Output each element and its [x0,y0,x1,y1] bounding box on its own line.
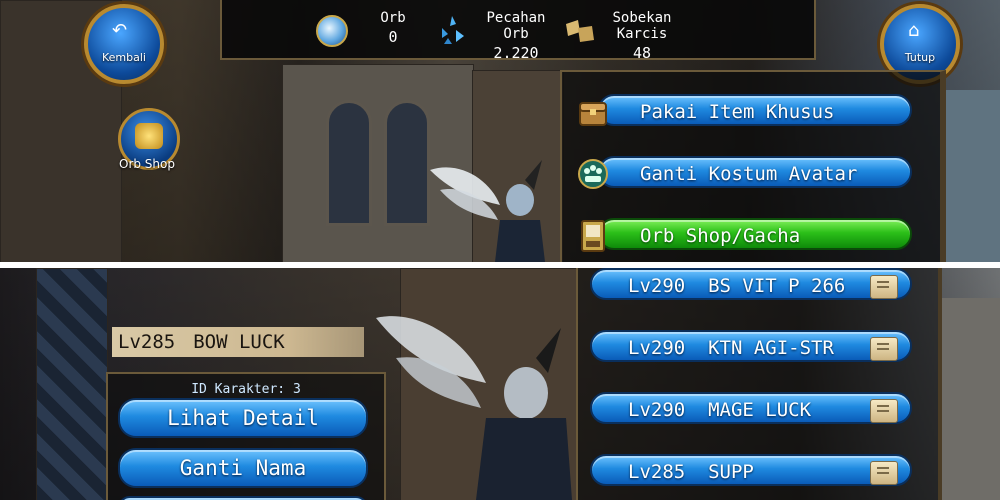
checkered-banner [36,268,108,500]
change-avatar-costume-label: Ganti Kostum Avatar [640,163,858,185]
orb-shards-icon [442,16,464,44]
orb-shards-label: Pecahan Orb [486,10,546,42]
use-special-item-button[interactable]: Pakai Item Khusus [579,94,912,126]
character-list-item[interactable]: Lv290 MAGE LUCK [590,392,912,424]
change-avatar-costume-button[interactable]: Ganti Kostum Avatar [578,156,912,189]
costume-icon [578,159,608,189]
character-level: Lv290 [628,337,686,359]
character-list-item[interactable]: Lv290 KTN AGI-STR [590,330,912,362]
currency-bar: Orb 0 Pecahan Orb 2.220 Sobekan Karcis 4… [220,0,816,62]
character-name: SUPP [708,461,754,483]
character-list-item[interactable]: Lv290 BS VIT P 266 [590,268,912,300]
selected-character-bar: Lv285 BOW LUCK [112,327,364,357]
character-list-item[interactable]: Lv285 SUPP [590,454,912,486]
back-button-label: Kembali [102,51,146,64]
scroll-icon [870,399,898,423]
scroll-icon [870,275,898,299]
orb-shards-stat: Pecahan Orb 2.220 [470,10,562,62]
coins-icon [135,123,163,149]
bottom-screenshot-panel: Lv285 BOW LUCK ID Karakter: 3 Lihat Detai… [0,268,1000,500]
use-special-item-label: Pakai Item Khusus [640,101,835,123]
distant-town [940,298,1000,500]
gacha-machine-icon [581,220,605,252]
orb-shop-label: Orb Shop [119,157,175,171]
orb-shop-gacha-label: Orb Shop/Gacha [640,225,801,247]
view-detail-button[interactable]: Lihat Detail [118,398,368,438]
close-button-label: Tutup [904,51,936,64]
character-id-text: ID Karakter: 3 [191,382,301,397]
orb-stat: Orb 0 [372,10,414,46]
scroll-icon [870,337,898,361]
character-name: KTN AGI-STR [708,337,834,359]
action-menu: Pakai Item Khusus Ganti Kostum Avatar Or… [560,70,946,262]
orb-icon [316,15,348,47]
ticket-pieces-stat: Sobekan Karcis 48 [592,10,692,62]
character-name: BS VIT P 266 [708,275,846,297]
character-level: Lv285 [628,461,686,483]
character-level: Lv290 [628,399,686,421]
scroll-icon [870,461,898,485]
orb-value: 0 [388,28,398,46]
back-arrow-icon: ↶ [112,20,128,41]
rename-label: Ganti Nama [179,456,307,480]
arched-window-left [326,100,372,226]
orb-shop-gacha-button[interactable]: Orb Shop/Gacha [581,218,912,252]
third-action-button[interactable] [118,496,368,500]
winged-player-avatar [376,316,572,500]
selected-character-level: Lv285 [118,331,176,353]
ticket-pieces-value: 48 [632,44,652,62]
ticket-pieces-label: Sobekan Karcis [612,10,672,42]
orb-shards-value: 2.220 [493,44,539,62]
arched-window-right [384,100,430,226]
winged-player-avatar [430,160,545,262]
view-detail-label: Lihat Detail [167,406,319,430]
character-name: MAGE LUCK [708,399,812,421]
character-list: Lv290 BS VIT P 266 Lv290 KTN AGI-STR Lv2… [576,268,942,500]
back-button[interactable]: ↶ Kembali [84,4,164,84]
home-icon: ⌂ [908,20,920,41]
top-screenshot-panel: Orb 0 Pecahan Orb 2.220 Sobekan Karcis 4… [0,0,1000,262]
selected-character-name: BOW LUCK [193,331,285,353]
rename-button[interactable]: Ganti Nama [118,448,368,488]
character-level: Lv290 [628,275,686,297]
treasure-chest-icon [579,102,607,126]
distant-sea [940,90,1000,262]
orb-label: Orb [380,10,406,26]
